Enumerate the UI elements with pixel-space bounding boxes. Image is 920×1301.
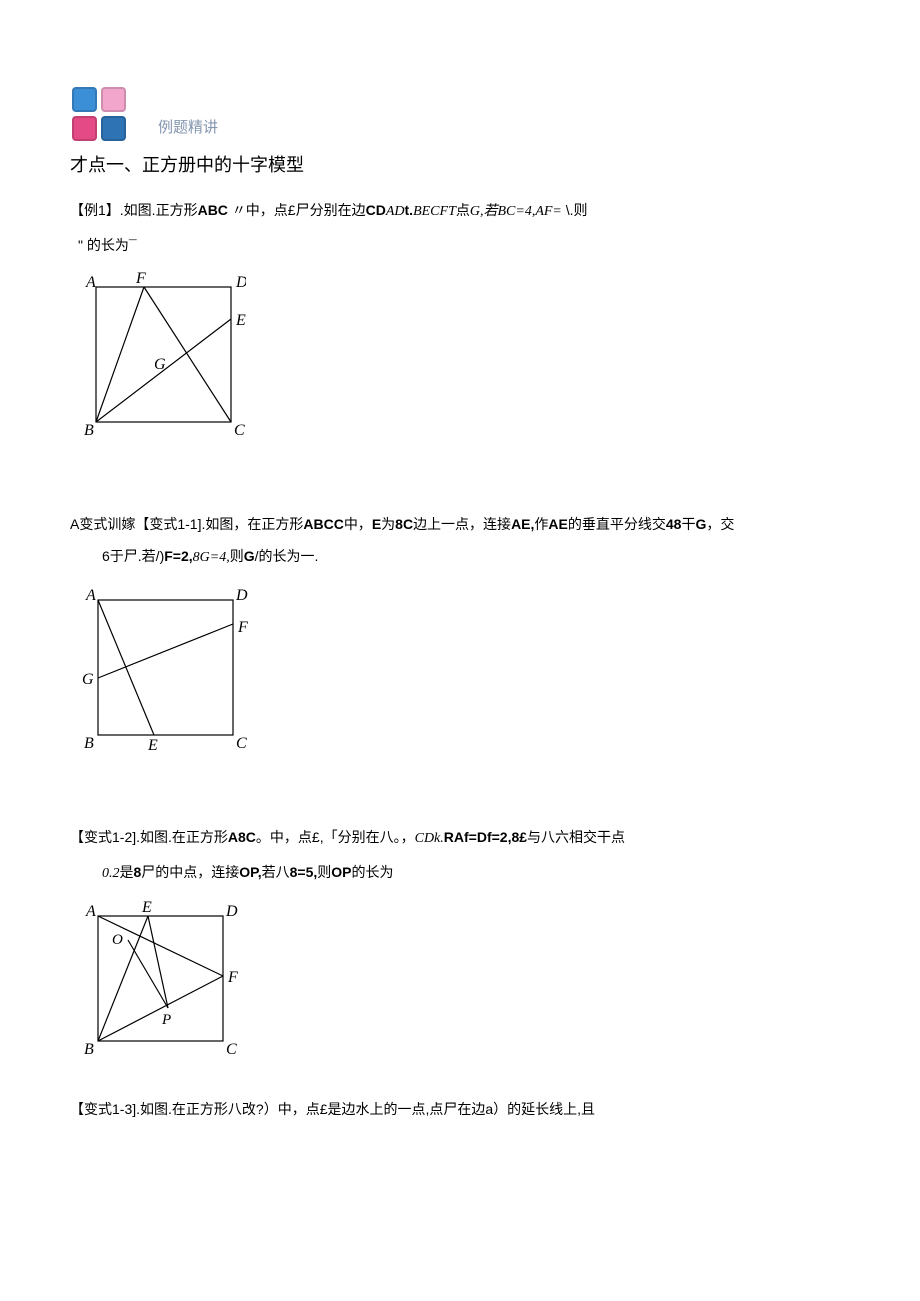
svg-text:B: B: [84, 735, 94, 752]
text: 为: [381, 516, 395, 532]
svg-text:G: G: [82, 671, 94, 688]
icon-quadrant: [72, 116, 97, 141]
text-bold: OP,: [239, 864, 261, 880]
text: 干: [681, 516, 695, 532]
svg-text:B: B: [84, 1041, 94, 1058]
text: /的长为一.: [255, 548, 319, 564]
text-bold: E: [372, 516, 381, 532]
text-bold: F=2,: [164, 548, 192, 564]
header-row: 例题精讲: [70, 85, 850, 143]
text-bold: 8=5,: [290, 864, 318, 880]
text-italic: AD: [386, 204, 405, 219]
svg-text:F: F: [237, 619, 248, 636]
section-subtitle: 例题精讲: [158, 116, 218, 143]
svg-text:F: F: [227, 969, 238, 986]
problem-text: 0.2是8尸的中点，连接OP,若八8=5,则OP的长为: [70, 857, 850, 890]
text: 【例1】.如图.正方形: [70, 202, 198, 218]
text: \.则: [566, 202, 588, 218]
text: 。中，点£,「分别在八。，: [256, 829, 415, 845]
text-bold: G: [244, 548, 255, 564]
problem-text: 【变式1-2].如图.在正方形A8C。中，点£,「分别在八。，CDk.RAf=D…: [70, 822, 850, 855]
text: 6于尸.若/): [102, 548, 164, 564]
svg-text:C: C: [234, 422, 245, 439]
text-bold: A8C: [228, 829, 256, 845]
svg-text:E: E: [235, 312, 246, 329]
problem-variant-1-1: A变式训嫁【变式1-1].如图，在正方形ABCC中，E为8C边上一点，连接AE,…: [70, 509, 850, 753]
text: 若八: [262, 864, 290, 880]
text: 中，: [344, 516, 372, 532]
text: 则: [230, 548, 244, 564]
problem-text: 【变式1-3].如图.在正方形八改?）中，点£是边水上的一点,点尸在边a）的延长…: [70, 1094, 850, 1125]
text-bold: ABC: [198, 202, 228, 218]
problem-text: 【例1】.如图.正方形ABC 〃中，点£尸分别在边CDADt.BECFT点G,若…: [70, 195, 850, 228]
svg-text:D: D: [235, 274, 246, 291]
svg-text:O: O: [112, 932, 123, 948]
svg-text:A: A: [85, 903, 96, 920]
text-italic: CDk.: [415, 831, 444, 846]
svg-text:A: A: [85, 274, 96, 291]
text-italic: BC=4,AF=: [497, 204, 561, 219]
text: A变式训嫁【变式1-1].如图，在正方形: [70, 516, 303, 532]
text-bold: AE: [548, 516, 567, 532]
text-bold: CD: [366, 202, 386, 218]
text-bold: ABCC: [303, 516, 343, 532]
text: ，交: [706, 516, 734, 532]
problem-variant-1-2: 【变式1-2].如图.在正方形A8C。中，点£,「分别在八。，CDk.RAf=D…: [70, 822, 850, 1058]
svg-text:D: D: [225, 903, 238, 920]
text-bold: 8C: [395, 516, 413, 532]
svg-text:P: P: [161, 1012, 171, 1028]
text: 尸的中点，连接: [141, 864, 239, 880]
app-style-icon: [70, 85, 128, 143]
text-italic: BECFT: [413, 204, 456, 219]
text: 边上一点，连接: [413, 516, 511, 532]
icon-quadrant: [101, 87, 126, 112]
text-italic: 8G=4,: [193, 550, 230, 565]
svg-text:F: F: [135, 270, 146, 287]
svg-text:C: C: [236, 735, 247, 752]
svg-text:E: E: [147, 737, 158, 752]
svg-text:E: E: [141, 899, 152, 916]
text-bold: t.: [405, 202, 414, 218]
problem-text: 6于尸.若/)F=2,8G=4,则G/的长为一.: [70, 541, 850, 574]
problem-text: A变式训嫁【变式1-1].如图，在正方形ABCC中，E为8C边上一点，连接AE,…: [70, 509, 850, 540]
problem-variant-1-3: 【变式1-3].如图.在正方形八改?）中，点£是边水上的一点,点尸在边a）的延长…: [70, 1094, 850, 1125]
geometry-figure-2: A D F G B E C: [76, 582, 850, 752]
text-italic: 若: [483, 204, 497, 219]
text: 作: [534, 516, 548, 532]
text-bold: RAf=Df=2,8£: [444, 829, 527, 845]
svg-text:B: B: [84, 422, 94, 439]
svg-text:A: A: [85, 587, 96, 604]
icon-quadrant: [101, 116, 126, 141]
text-bold: 48: [666, 516, 682, 532]
text: 是: [120, 864, 134, 880]
text-bold: G: [695, 516, 706, 532]
text: 【变式1-2].如图.在正方形: [70, 829, 228, 845]
text: 〃中，点£尸分别在边: [232, 202, 366, 218]
text: 的长为: [351, 864, 393, 880]
text: 的垂直平分线交: [568, 516, 666, 532]
topic-title: 才点一、正方册中的十字模型: [70, 151, 850, 177]
geometry-figure-3: A E D O F P B C: [76, 898, 850, 1058]
icon-quadrant: [72, 87, 97, 112]
text: 则: [317, 864, 331, 880]
problem-text: " 的长为¯: [70, 230, 850, 261]
text: 点: [456, 202, 470, 218]
svg-text:G: G: [154, 356, 166, 373]
svg-text:D: D: [235, 587, 248, 604]
problem-example-1: 【例1】.如图.正方形ABC 〃中，点£尸分别在边CDADt.BECFT点G,若…: [70, 195, 850, 439]
text-italic: G,: [470, 204, 484, 219]
text-italic: 0.2: [102, 866, 120, 881]
svg-text:C: C: [226, 1041, 237, 1058]
text-bold: AE,: [511, 516, 534, 532]
text-bold: OP: [331, 864, 351, 880]
text: 与八六相交干点: [527, 829, 625, 845]
geometry-figure-1: A F D E G B C: [76, 269, 850, 439]
